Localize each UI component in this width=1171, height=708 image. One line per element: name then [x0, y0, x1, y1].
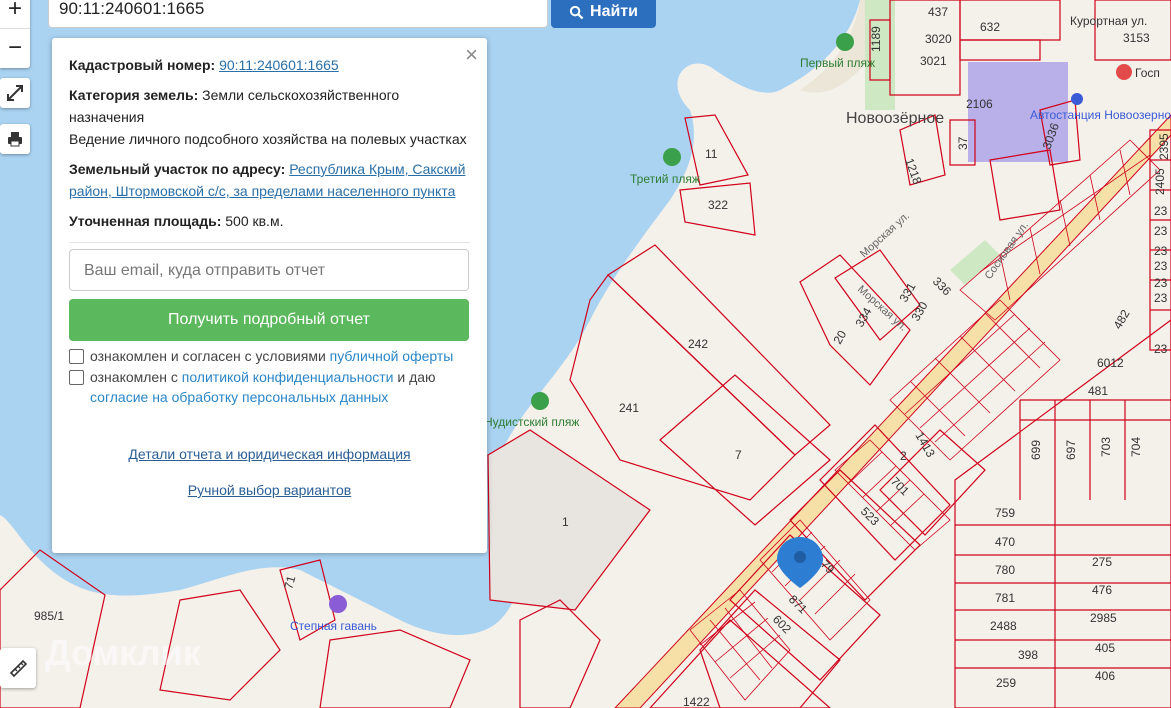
email-field[interactable]: Ваш email, куда отправить отчет	[69, 249, 469, 291]
ruler-button[interactable]	[0, 648, 36, 688]
parcel-label: 406	[1095, 669, 1115, 683]
parcel-label: 23	[1154, 259, 1168, 273]
parcel-label: 2106	[966, 97, 993, 111]
printer-icon	[8, 132, 22, 147]
parcel-label: 699	[1029, 440, 1043, 460]
parcel-label: 1189	[869, 26, 883, 52]
poi-label-bus-station: Автостанция Новоозерное	[1030, 108, 1171, 122]
manual-row: Ручной выбор вариантов	[69, 479, 470, 501]
parcel-label: 259	[996, 676, 1016, 690]
address-label: Земельный участок по адресу:	[69, 161, 286, 177]
ruler-icon	[9, 659, 28, 678]
public-offer-link[interactable]: публичной оферты	[330, 348, 454, 364]
zoom-in-button[interactable]: +	[0, 0, 30, 28]
zoom-controls: + −	[0, 0, 30, 68]
offer-text: ознакомлен и согласен с условиями	[90, 348, 326, 364]
poi-label-hospital: Госп	[1135, 66, 1160, 80]
parcel-label: 470	[995, 535, 1015, 549]
parcel-label: 23	[1154, 244, 1168, 258]
privacy-text-a: ознакомлен с	[90, 369, 178, 385]
poi-label-third-beach: Третий пляж	[630, 172, 700, 186]
parcel-label: 481	[1088, 384, 1108, 398]
privacy-checkbox[interactable]	[69, 370, 84, 385]
privacy-policy-link[interactable]: политикой конфиденциальности	[182, 369, 394, 385]
parcel-label: 241	[619, 401, 639, 415]
parcel-label: 37	[956, 136, 970, 150]
town-label: Новоозёрное	[846, 110, 944, 127]
parcel-label: 6012	[1097, 356, 1124, 370]
search-button-label: Найти	[590, 3, 638, 20]
poi-label-first-beach: Первый пляж	[800, 56, 875, 70]
parcel-label: 23	[1154, 204, 1168, 218]
parcel-label: 3153	[1123, 31, 1150, 45]
watermark-logo: Домклик	[45, 632, 201, 673]
area-value: 500 кв.м.	[225, 213, 284, 229]
usage-text: Ведение личного подсобного хозяйства на …	[69, 131, 467, 147]
privacy-checkbox-row: ознакомлен с политикой конфиденциальност…	[69, 367, 470, 407]
parcel-label: 23	[1154, 224, 1168, 238]
divider	[69, 242, 470, 243]
poi-label-nudist-beach: Нудистский пляж	[484, 415, 579, 429]
parcel-label: 3020	[925, 32, 952, 46]
parcel-label: 1422	[683, 695, 710, 708]
consent-link[interactable]: согласие на обработку персональных данны…	[90, 389, 388, 405]
parcel-label: 3021	[920, 54, 947, 68]
parcel-label: 23	[1154, 342, 1168, 356]
search-button[interactable]: Найти	[551, 0, 656, 28]
parcel-label: 405	[1095, 641, 1115, 655]
parcel-label: 476	[1092, 583, 1112, 597]
expand-icon	[7, 85, 23, 101]
hospital-icon	[1116, 64, 1132, 80]
fullscreen-button[interactable]	[0, 78, 30, 108]
close-icon[interactable]: ×	[465, 44, 478, 66]
offer-checkbox[interactable]	[69, 349, 84, 364]
details-link[interactable]: Детали отчета и юридическая информация	[128, 446, 410, 462]
parcel-label: 242	[688, 337, 708, 351]
harbor-poi-icon	[329, 595, 347, 613]
area-row: Уточненная площадь: 500 кв.м.	[69, 210, 470, 232]
offer-checkbox-row: ознакомлен и согласен с условиями публич…	[69, 346, 470, 366]
print-button[interactable]	[0, 124, 30, 154]
cadastral-row: Кадастровый номер: 90:11:240601:1665	[69, 54, 470, 76]
parcel-label: 759	[995, 506, 1015, 520]
cadastral-number-link[interactable]: 90:11:240601:1665	[219, 57, 339, 73]
privacy-text-b: и даю	[397, 369, 436, 385]
parcel-label: 2405	[1153, 168, 1167, 195]
parcel-label: 1	[562, 515, 569, 529]
search-icon	[569, 5, 584, 19]
category-row: Категория земель: Земли сельскохозяйстве…	[69, 84, 470, 128]
parcel-label: 7	[735, 448, 742, 462]
address-row: Земельный участок по адресу: Республика …	[69, 158, 470, 202]
parcel-label: 632	[980, 20, 1000, 34]
parcel-label: 398	[1018, 648, 1038, 662]
poi-label-harbor: Степная гавань	[290, 619, 377, 633]
parcel-label: 704	[1129, 437, 1143, 457]
parcel-label: 985/1	[34, 609, 64, 623]
parcel-label: 697	[1064, 440, 1078, 460]
parcel-label: 11	[705, 147, 718, 161]
get-report-button[interactable]: Получить подробный отчет	[69, 299, 469, 341]
parcel-label: 703	[1099, 437, 1113, 457]
poi-label-street-kurortnaya: Курортная ул.	[1070, 14, 1147, 28]
parcel-label: 780	[995, 563, 1015, 577]
category-label: Категория земель:	[69, 87, 199, 103]
area-label: Уточненная площадь:	[69, 213, 222, 229]
parcel-label: 2488	[990, 619, 1017, 633]
parcel-label: 2985	[1090, 611, 1117, 625]
parcel-label: 275	[1092, 555, 1112, 569]
cadastral-label: Кадастровый номер:	[69, 57, 216, 73]
parcel-label: 437	[928, 5, 948, 19]
parcel-label: 2	[900, 449, 907, 463]
parcel-label: 322	[708, 198, 728, 212]
parcel-label: 23	[1154, 291, 1168, 305]
parcel-info-panel: × Кадастровый номер: 90:11:240601:1665 К…	[52, 38, 487, 553]
parcel-label: 781	[995, 591, 1015, 605]
parcel-label: 2395	[1157, 133, 1171, 160]
bus-station-icon	[1071, 93, 1083, 105]
details-row: Детали отчета и юридическая информация	[69, 443, 470, 465]
parcel-label: 23	[1154, 276, 1168, 290]
manual-selection-link[interactable]: Ручной выбор вариантов	[188, 482, 352, 498]
zoom-out-button[interactable]: −	[0, 28, 30, 67]
search-input[interactable]: 90:11:240601:1665	[48, 0, 548, 28]
